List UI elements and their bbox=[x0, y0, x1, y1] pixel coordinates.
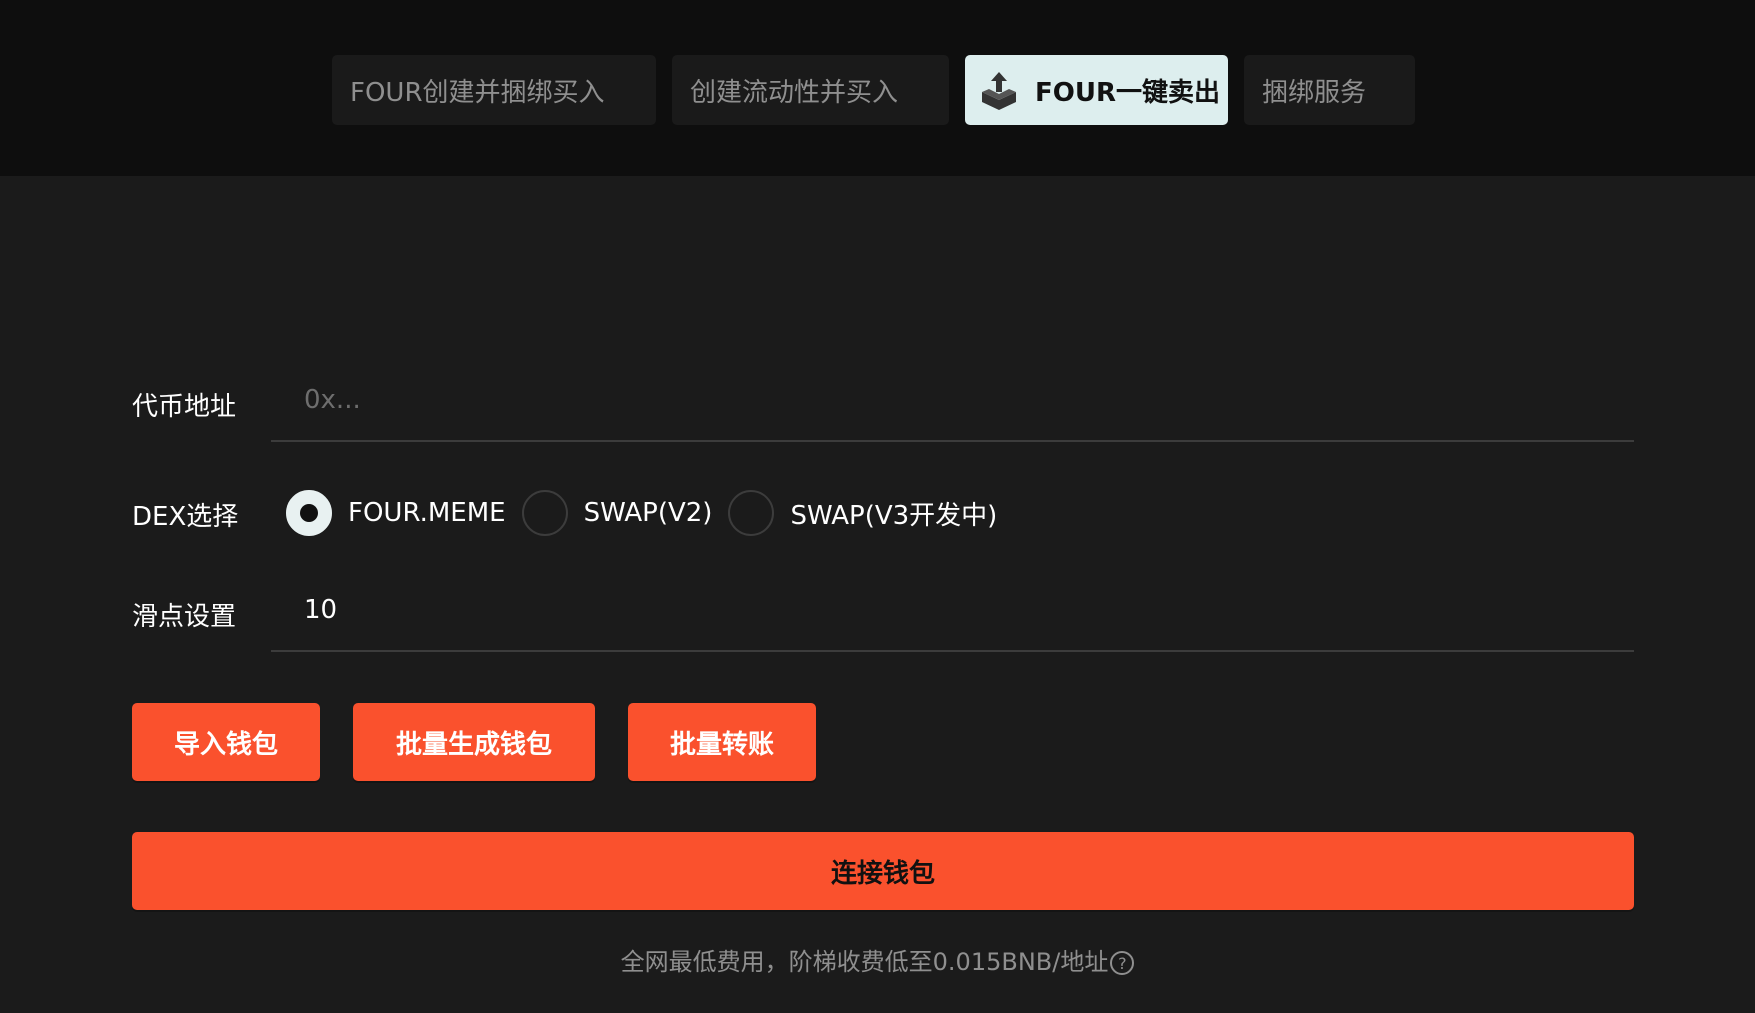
import-wallet-button[interactable]: 导入钱包 bbox=[132, 703, 320, 781]
tab-list: FOUR创建并捆绑买入 创建流动性并买入 FOUR一键卖出 捆绑服务 bbox=[332, 55, 1415, 125]
dex-option-four-meme[interactable]: FOUR.MEME bbox=[286, 490, 506, 536]
tab-label: FOUR创建并捆绑买入 bbox=[350, 77, 605, 108]
radio-button[interactable] bbox=[521, 490, 568, 536]
batch-transfer-button[interactable]: 批量转账 bbox=[628, 703, 816, 781]
slippage-input[interactable] bbox=[271, 580, 1634, 640]
tab-bundle-service[interactable]: 捆绑服务 bbox=[1244, 55, 1415, 125]
upload-box-icon bbox=[977, 68, 1021, 112]
slippage-underline bbox=[271, 650, 1634, 652]
connect-wallet-button[interactable]: 连接钱包 bbox=[132, 832, 1634, 910]
radio-button[interactable] bbox=[728, 490, 775, 536]
tab-four-create-bundle-buy[interactable]: FOUR创建并捆绑买入 bbox=[332, 55, 656, 125]
fee-note: 全网最低费用，阶梯收费低至0.015BNB/地址? bbox=[0, 942, 1755, 977]
dex-select-label: DEX选择 bbox=[132, 502, 239, 532]
radio-button-checked[interactable] bbox=[286, 490, 332, 536]
slippage-label: 滑点设置 bbox=[132, 602, 237, 632]
main-panel: 代币地址 DEX选择 FOUR.MEME SWAP(V2) SWAP(V3开发中… bbox=[0, 176, 1755, 1013]
dex-option-label: FOUR.MEME bbox=[348, 498, 506, 528]
token-address-label: 代币地址 bbox=[132, 392, 237, 422]
tab-label: 捆绑服务 bbox=[1262, 77, 1367, 108]
dex-option-label: SWAP(V3开发中) bbox=[790, 500, 998, 531]
dex-option-swap-v3[interactable]: SWAP(V3开发中) bbox=[728, 490, 997, 536]
token-address-input[interactable] bbox=[271, 370, 1634, 430]
token-address-underline bbox=[271, 440, 1634, 442]
help-icon[interactable]: ? bbox=[1110, 951, 1135, 975]
tab-label: 创建流动性并买入 bbox=[690, 77, 899, 108]
fee-note-text: 全网最低费用，阶梯收费低至0.015BNB/地址 bbox=[620, 948, 1109, 976]
dex-radio-group: FOUR.MEME SWAP(V2) SWAP(V3开发中) bbox=[286, 490, 1013, 536]
tab-label: FOUR一键卖出 bbox=[1035, 77, 1220, 108]
batch-generate-wallet-button[interactable]: 批量生成钱包 bbox=[353, 703, 595, 781]
tab-four-one-click-sell[interactable]: FOUR一键卖出 bbox=[965, 55, 1228, 125]
tab-create-liquidity-buy[interactable]: 创建流动性并买入 bbox=[672, 55, 949, 125]
dex-option-swap-v2[interactable]: SWAP(V2) bbox=[521, 490, 713, 536]
top-navigation-bar: FOUR创建并捆绑买入 创建流动性并买入 FOUR一键卖出 捆绑服务 bbox=[0, 0, 1755, 176]
dex-option-label: SWAP(V2) bbox=[583, 498, 713, 528]
